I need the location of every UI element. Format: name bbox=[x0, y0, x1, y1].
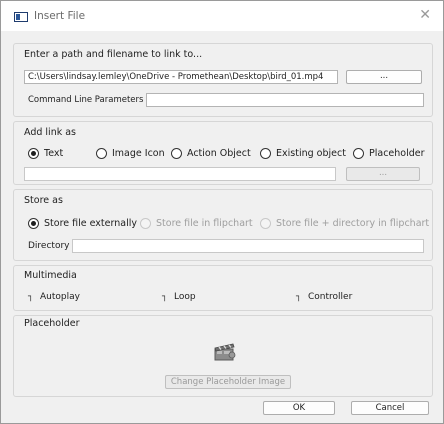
radio-store-directory-label: Store file + directory in flipchart bbox=[276, 218, 430, 229]
multimedia-group: Multimedia ┐ Autoplay ┐ Loop ┐ Controlle… bbox=[13, 265, 433, 311]
placeholder-group: Placeholder Change Placeholder Image bbox=[13, 315, 433, 397]
autoplay-label: Autoplay bbox=[40, 292, 80, 302]
add-link-section-title: Add link as bbox=[24, 127, 77, 138]
dialog-title: Insert File bbox=[34, 10, 86, 22]
radio-text-label: Text bbox=[44, 148, 64, 159]
radio-text[interactable] bbox=[28, 148, 39, 159]
store-as-section-title: Store as bbox=[24, 195, 63, 206]
path-input[interactable]: C:\Users\lindsay.lemley\OneDrive - Prome… bbox=[24, 70, 338, 84]
radio-store-directory[interactable] bbox=[260, 218, 271, 229]
controller-label: Controller bbox=[308, 292, 353, 302]
store-as-group: Store as Store file externally Store fil… bbox=[13, 189, 433, 261]
cancel-button[interactable]: Cancel bbox=[351, 401, 429, 415]
title-bar: Insert File ✕ bbox=[1, 1, 443, 31]
path-section-title: Enter a path and filename to link to... bbox=[24, 49, 203, 60]
directory-label: Directory bbox=[28, 241, 70, 251]
placeholder-section-title: Placeholder bbox=[24, 318, 80, 329]
path-group: Enter a path and filename to link to... … bbox=[13, 43, 433, 117]
radio-existing-object-label: Existing object bbox=[276, 148, 346, 159]
change-placeholder-image-button[interactable]: Change Placeholder Image bbox=[165, 375, 291, 389]
radio-store-externally[interactable] bbox=[28, 218, 39, 229]
multimedia-section-title: Multimedia bbox=[24, 270, 77, 281]
loop-label: Loop bbox=[174, 292, 196, 302]
radio-store-in-flipchart-label: Store file in flipchart bbox=[156, 218, 253, 229]
app-window-icon bbox=[14, 12, 28, 22]
radio-action-object-label: Action Object bbox=[187, 148, 251, 159]
radio-action-object[interactable] bbox=[171, 148, 182, 159]
clapperboard-icon bbox=[213, 340, 237, 362]
radio-image-icon[interactable] bbox=[96, 148, 107, 159]
radio-placeholder[interactable] bbox=[353, 148, 364, 159]
autoplay-checkbox[interactable]: ┐ bbox=[28, 292, 33, 302]
link-text-input[interactable] bbox=[24, 167, 336, 181]
command-line-input[interactable] bbox=[146, 93, 424, 107]
radio-placeholder-label: Placeholder bbox=[369, 148, 425, 159]
radio-store-externally-label: Store file externally bbox=[44, 218, 137, 229]
ok-button[interactable]: OK bbox=[263, 401, 335, 415]
directory-input[interactable] bbox=[72, 239, 424, 253]
radio-image-icon-label: Image Icon bbox=[112, 148, 165, 159]
loop-checkbox[interactable]: ┐ bbox=[162, 292, 167, 302]
close-icon[interactable]: ✕ bbox=[419, 8, 431, 22]
radio-existing-object[interactable] bbox=[260, 148, 271, 159]
insert-file-dialog: Insert File ✕ Enter a path and filename … bbox=[0, 0, 444, 424]
add-link-group: Add link as Text Image Icon Action Objec… bbox=[13, 121, 433, 185]
controller-checkbox[interactable]: ┐ bbox=[296, 292, 301, 302]
command-line-label: Command Line Parameters bbox=[28, 95, 144, 105]
browse-link-button[interactable]: ... bbox=[346, 167, 420, 181]
radio-store-in-flipchart[interactable] bbox=[140, 218, 151, 229]
browse-path-button[interactable]: ... bbox=[346, 70, 422, 84]
